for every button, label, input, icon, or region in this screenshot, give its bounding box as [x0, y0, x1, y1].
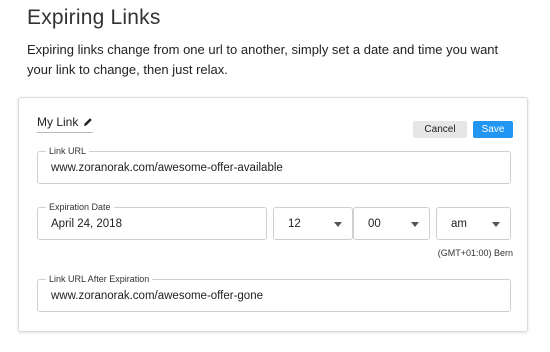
- timezone-label: (GMT+01:00) Bern: [437, 248, 513, 258]
- chevron-down-icon: [334, 222, 342, 227]
- hour-select[interactable]: 12: [273, 207, 353, 240]
- chevron-down-icon: [492, 222, 500, 227]
- chevron-down-icon: [411, 222, 419, 227]
- expiration-date-label: Expiration Date: [46, 201, 114, 213]
- minute-select[interactable]: 00: [353, 207, 430, 240]
- page-description: Expiring links change from one url to an…: [27, 42, 499, 77]
- link-url-field[interactable]: Link URL www.zoranorak.com/awesome-offer…: [37, 145, 511, 184]
- link-url-after-expiration-label: Link URL After Expiration: [46, 273, 153, 285]
- link-name-editable[interactable]: My Link: [37, 114, 94, 133]
- pencil-icon[interactable]: [83, 117, 93, 127]
- minute-value: 00: [368, 218, 381, 230]
- link-url-after-expiration-field[interactable]: Link URL After Expiration www.zoranorak.…: [37, 273, 511, 312]
- ampm-value: am: [451, 218, 467, 230]
- link-name-label: My Link: [37, 115, 79, 129]
- expiring-link-card: My Link Cancel Save Link URL www.zoranor…: [18, 97, 528, 332]
- expiration-date-field[interactable]: Expiration Date April 24, 2018: [37, 201, 267, 240]
- ampm-select[interactable]: am: [436, 207, 511, 240]
- link-url-input[interactable]: www.zoranorak.com/awesome-offer-availabl…: [51, 162, 283, 174]
- page-title: Expiring Links: [27, 6, 161, 29]
- link-url-after-expiration-input[interactable]: www.zoranorak.com/awesome-offer-gone: [51, 290, 263, 302]
- link-url-label: Link URL: [46, 145, 90, 157]
- hour-value: 12: [288, 218, 301, 230]
- cancel-button[interactable]: Cancel: [413, 121, 467, 138]
- expiration-date-input[interactable]: April 24, 2018: [51, 218, 122, 230]
- save-button[interactable]: Save: [473, 121, 513, 138]
